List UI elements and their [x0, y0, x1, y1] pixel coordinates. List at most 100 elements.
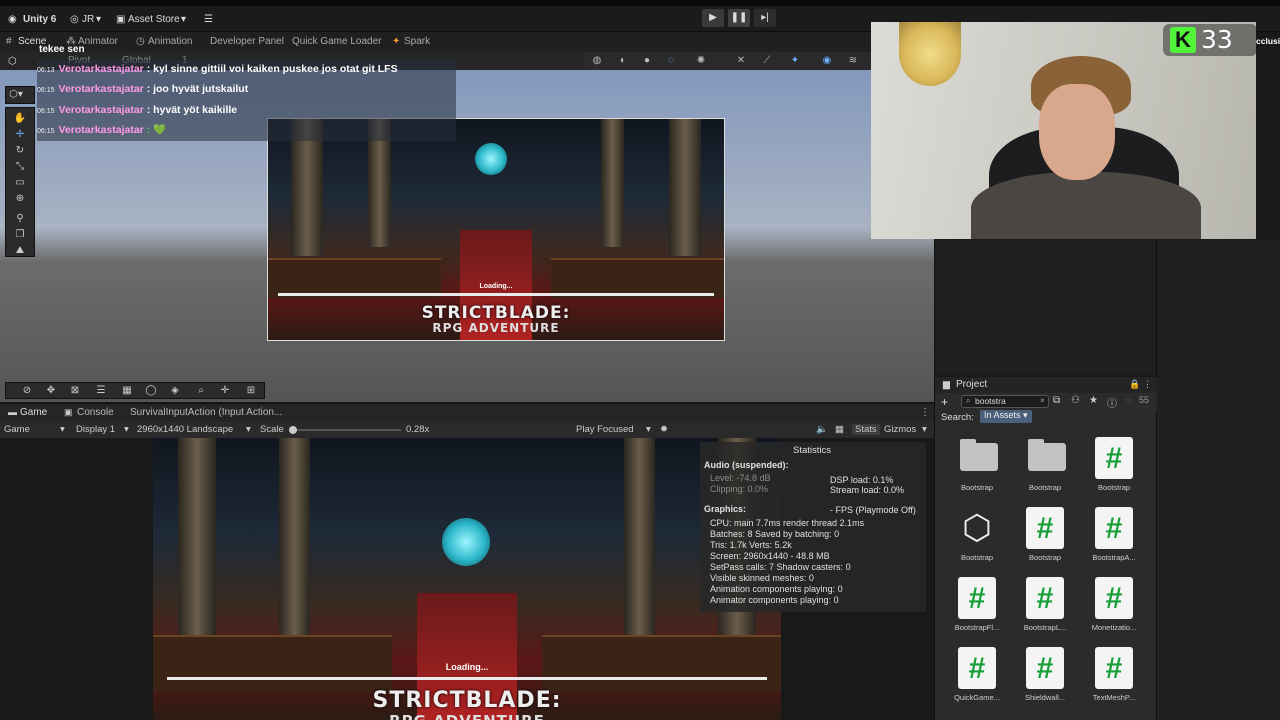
account-icon[interactable]: ◎ — [70, 12, 79, 28]
play-focused-dropdown[interactable]: Play Focused — [576, 424, 634, 435]
game-view-dropdown[interactable]: Game — [4, 424, 30, 435]
layers-icon[interactable]: ≋ — [846, 54, 860, 68]
effects-icon[interactable]: ✺ — [694, 54, 708, 68]
lit-icon[interactable]: ◌ — [664, 54, 678, 68]
grid-icon[interactable]: ▦ — [120, 385, 134, 397]
gizmos-button[interactable]: Gizmos — [884, 424, 916, 435]
csharp-script-icon: # — [1095, 577, 1133, 619]
game-tab-bar: ▬ Game ▣ Console SurvivalInputAction (In… — [0, 403, 934, 421]
chevron-down-icon: ▾ — [646, 424, 651, 435]
tab-input-action[interactable]: SurvivalInputAction (Input Action... — [130, 407, 282, 418]
sphere-icon[interactable]: ● — [640, 54, 654, 68]
pause-button[interactable]: ❚❚ — [728, 9, 750, 27]
step-button[interactable]: ▸| — [754, 9, 776, 27]
chevron-down-icon: ▾ — [124, 424, 129, 435]
stats-button[interactable]: Stats — [852, 424, 880, 435]
shading-icon[interactable]: ◐ — [616, 54, 630, 68]
search-scope-value: In Assets — [984, 410, 1021, 420]
store-icon[interactable]: ▣ — [116, 12, 125, 28]
copy-tool-icon[interactable]: ❐ — [13, 228, 27, 242]
spark-icon: ✦ — [392, 36, 401, 47]
gizmo-icon[interactable]: ✦ — [788, 54, 802, 68]
asset-label: Bootstrap — [1028, 483, 1062, 492]
asset-item[interactable]: # BootstrapFl... — [947, 577, 1007, 639]
more-options-icon[interactable]: ⋮ — [1143, 379, 1152, 390]
asset-item[interactable]: # BootstrapA... — [1084, 507, 1144, 569]
scale-tool-icon[interactable]: ⤡ — [13, 160, 27, 174]
search-icon[interactable]: ⌕ — [194, 385, 208, 397]
asset-item[interactable]: # Shieldwall... — [1015, 647, 1075, 709]
custom-tool-icon[interactable]: ⚲ — [13, 212, 27, 226]
audio-level: Level: -74.8 dB — [710, 473, 771, 483]
visibility-icon[interactable]: ◉ — [820, 54, 834, 68]
asset-item[interactable]: # Bootstrap — [1084, 437, 1144, 499]
search-by-label-icon[interactable]: ⚇ — [1071, 395, 1080, 406]
scale-slider[interactable] — [289, 426, 401, 434]
chevron-down-icon[interactable]: ▾ — [96, 12, 101, 28]
rose-window — [441, 518, 490, 566]
tab-animation[interactable]: Animation — [148, 35, 192, 49]
add-icon[interactable]: + — [941, 395, 948, 409]
asset-item[interactable]: # TextMeshP... — [1084, 647, 1144, 709]
draw-mode-icon[interactable]: ⊘ — [20, 385, 34, 397]
tab-developer-panel[interactable]: Developer Panel — [210, 35, 284, 49]
play-button[interactable]: ▶ — [702, 9, 724, 27]
statistics-panel: Statistics Audio (suspended): Level: -74… — [700, 442, 926, 612]
cube-icon[interactable]: ⬡ — [8, 54, 17, 70]
frame-debugger-icon[interactable]: ▦ — [835, 424, 844, 435]
transform-tool-icon[interactable]: ⊕ — [13, 192, 27, 206]
tab-project[interactable]: Project — [956, 379, 987, 390]
move-icon[interactable]: ✛ — [218, 385, 232, 397]
list-icon[interactable]: ☰ — [94, 385, 108, 397]
app-title[interactable]: Unity 6 — [23, 12, 56, 28]
search-scope-button[interactable]: In Assets ▾ — [980, 410, 1032, 423]
stream-load: Stream load: 0.0% — [830, 485, 905, 495]
tab-spark[interactable]: Spark — [404, 35, 430, 49]
resolution-dropdown[interactable]: 2960x1440 Landscape — [137, 424, 233, 435]
favorite-icon[interactable]: ★ — [1089, 395, 1098, 406]
asset-item[interactable]: Bootstrap — [947, 437, 1007, 499]
audio-icon[interactable]: 🔈 — [816, 424, 828, 435]
move-grid-icon[interactable]: ✥ — [44, 385, 58, 397]
setpass-stats: SetPass calls: 7 Shadow casters: 0 — [710, 562, 851, 572]
asset-item[interactable]: ⬡ Bootstrap — [947, 507, 1007, 569]
asset-item[interactable]: # QuickGame... — [947, 647, 1007, 709]
tab-game[interactable]: Game — [20, 407, 47, 418]
rect-tool-icon[interactable]: ▭ — [13, 176, 27, 190]
tab-quick-game-loader[interactable]: Quick Game Loader — [292, 35, 382, 49]
chevron-down-icon[interactable]: ▾ — [181, 12, 186, 28]
asset-store-button[interactable]: Asset Store — [128, 12, 180, 28]
asset-item[interactable]: Bootstrap — [1015, 437, 1075, 499]
info-icon[interactable]: ⓘ — [1107, 395, 1117, 410]
view-options-button[interactable]: ⬡▾ — [5, 86, 35, 104]
globe-icon[interactable]: ◍ — [590, 54, 604, 68]
rect-snap-icon[interactable]: ⊠ — [68, 385, 82, 397]
hidden-icon[interactable]: ◌ — [1126, 395, 1131, 405]
csharp-script-icon: # — [1095, 647, 1133, 689]
settings-gear-icon[interactable]: ✹ — [660, 424, 668, 435]
asset-item[interactable]: # Bootstrap — [1015, 507, 1075, 569]
scale-slider-handle[interactable] — [289, 426, 297, 434]
clear-search-icon[interactable]: × — [1040, 396, 1045, 405]
search-input[interactable]: ⌕ bootstra × — [961, 395, 1049, 408]
rotate-tool-icon[interactable]: ↻ — [13, 144, 27, 158]
hand-tool-icon[interactable]: ✋ — [13, 112, 27, 126]
snap-icon[interactable]: ⊞ — [244, 385, 258, 397]
unity-logo-icon[interactable]: ◉ — [8, 12, 17, 28]
search-by-type-icon[interactable]: ⧉ — [1053, 395, 1060, 406]
asset-item[interactable]: # BootstrapL... — [1015, 577, 1075, 639]
audio-mute-icon[interactable]: ✕ — [734, 54, 748, 68]
more-options-icon[interactable]: ⋮ — [920, 407, 930, 418]
asset-item[interactable]: # Monetizatio... — [1084, 577, 1144, 639]
2d-icon[interactable]: ⟋ — [760, 54, 774, 68]
lock-icon[interactable]: 🔒 — [1129, 379, 1140, 390]
move-tool-icon[interactable]: ✛ — [13, 128, 27, 142]
circle-icon[interactable]: ◯ — [144, 385, 158, 397]
layers-icon[interactable]: ◈ — [168, 385, 182, 397]
paint-tool-icon[interactable]: ⛰ — [13, 244, 27, 258]
tab-console[interactable]: Console — [77, 407, 114, 418]
display-dropdown[interactable]: Display 1 — [76, 424, 115, 435]
version-control-icon[interactable]: ☰ — [204, 12, 213, 28]
account-button[interactable]: JR — [82, 12, 94, 28]
pillar — [600, 119, 624, 248]
